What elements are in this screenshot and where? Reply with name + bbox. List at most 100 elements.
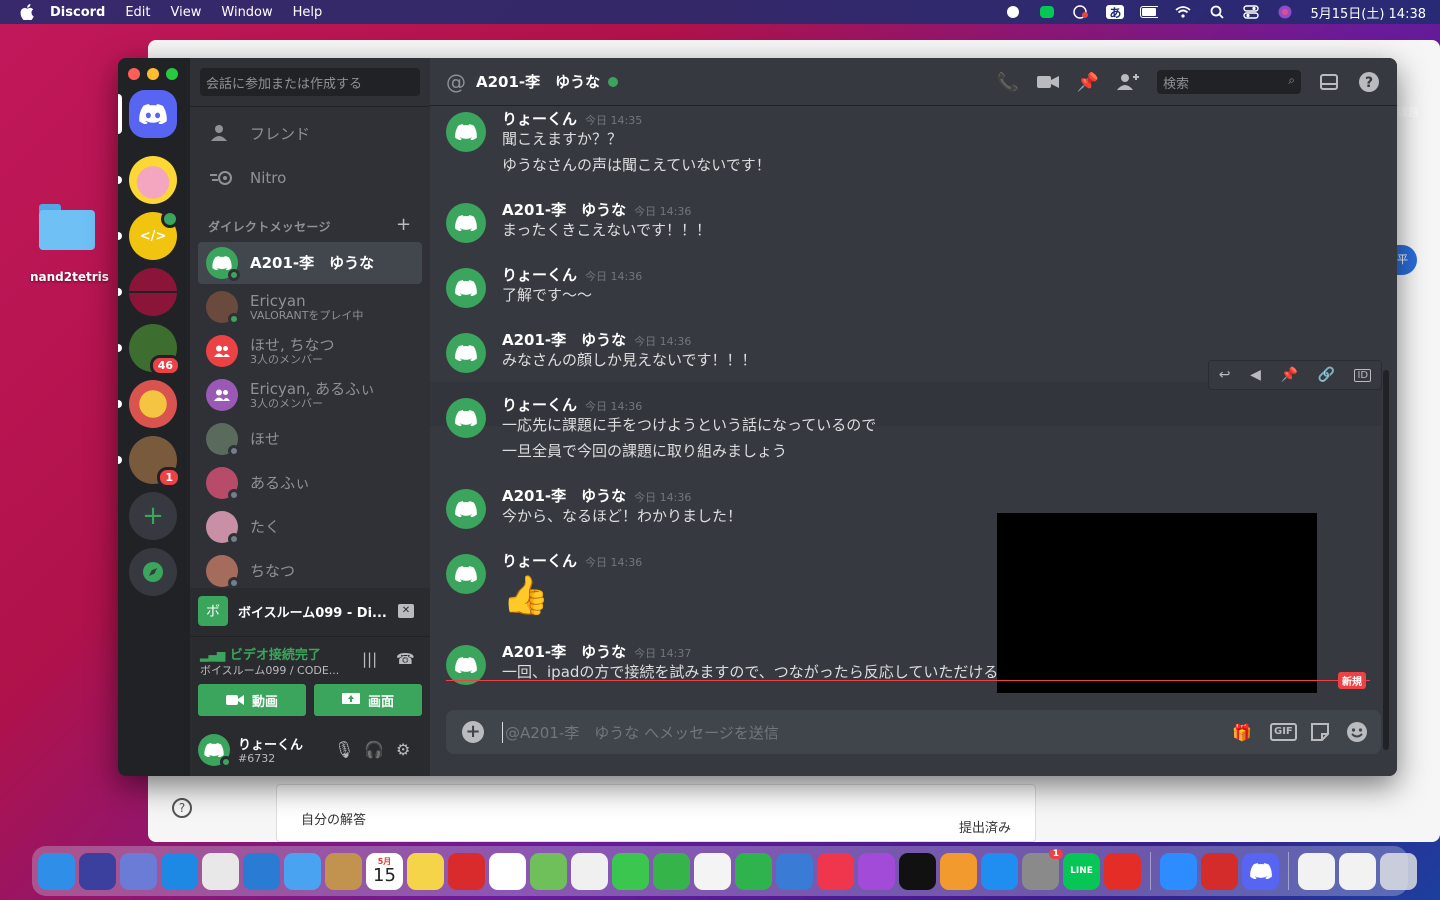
calendar-icon[interactable]: 5月 15 bbox=[366, 852, 403, 890]
screen-record-icon[interactable] bbox=[1072, 5, 1090, 19]
circle-icon[interactable] bbox=[1004, 5, 1022, 19]
copy-id-icon[interactable]: ID bbox=[1354, 368, 1372, 382]
dm-item[interactable]: たく bbox=[198, 506, 422, 548]
apple-icon[interactable] bbox=[20, 4, 36, 21]
youtube-icon[interactable] bbox=[1104, 852, 1141, 890]
message[interactable]: りょーくん 今日 14:36 一応先に課題に手をつけようという話になっているので 一旦… bbox=[446, 394, 1376, 460]
safari-icon[interactable] bbox=[161, 852, 198, 890]
video-call-icon[interactable] bbox=[1036, 70, 1060, 94]
dm-search-input[interactable]: 会話に参加または作成する bbox=[200, 68, 420, 96]
menu-window[interactable]: Window bbox=[221, 5, 272, 20]
input-method-icon[interactable]: あ bbox=[1106, 5, 1125, 20]
server-icon[interactable]: </> bbox=[129, 210, 179, 260]
explore-servers-button[interactable] bbox=[129, 548, 177, 596]
chrome-icon[interactable] bbox=[202, 852, 239, 890]
dm-item[interactable]: あるふぃ bbox=[198, 462, 422, 504]
notes-icon[interactable] bbox=[407, 852, 444, 890]
control-center-icon[interactable] bbox=[1242, 5, 1260, 19]
line-icon[interactable]: LINE bbox=[1063, 852, 1100, 890]
appstore-icon[interactable] bbox=[981, 852, 1018, 890]
create-dm-button[interactable]: + bbox=[396, 214, 411, 235]
avatar[interactable] bbox=[446, 554, 486, 594]
voice-call-icon[interactable]: 📞 bbox=[996, 70, 1020, 94]
message[interactable]: りょーくん 今日 14:35 聞こえますか？？ ゆうなさんの声は聞こえていないです！ bbox=[446, 108, 1376, 174]
scrollbar[interactable] bbox=[1383, 370, 1389, 750]
voice-channel[interactable]: ボ ボイスルーム099 - Di... bbox=[198, 596, 387, 626]
pin-message-icon[interactable]: 📌 bbox=[1280, 367, 1297, 383]
message[interactable]: りょーくん 今日 14:36 了解です〜〜 bbox=[446, 264, 1376, 324]
dm-item[interactable]: ほせ bbox=[198, 418, 422, 460]
spotlight-icon[interactable] bbox=[1208, 5, 1226, 19]
message[interactable]: A201-李 ゆうな 今日 14:36 まったくきこえないです！！！ bbox=[446, 199, 1376, 259]
books-icon[interactable] bbox=[940, 852, 977, 890]
search-input[interactable]: 検索 ⌕ bbox=[1157, 70, 1301, 94]
message-input[interactable]: @A201-李 ゆうな へメッセージを送信 bbox=[502, 722, 779, 743]
copy-link-icon[interactable]: 🔗 bbox=[1317, 367, 1334, 383]
menu-view[interactable]: View bbox=[171, 5, 202, 20]
mark-unread-icon[interactable]: ◀ bbox=[1250, 367, 1261, 383]
nitro-nav-item[interactable]: Nitro bbox=[198, 157, 422, 199]
avatar[interactable] bbox=[446, 112, 486, 152]
reminders-icon[interactable] bbox=[489, 852, 526, 890]
friends-nav-item[interactable]: フレンド bbox=[198, 112, 422, 154]
add-friend-icon[interactable] bbox=[1116, 70, 1140, 94]
textedit-icon[interactable] bbox=[694, 852, 731, 890]
siri-icon[interactable] bbox=[79, 852, 116, 890]
numbers-icon[interactable] bbox=[735, 852, 772, 890]
line-icon[interactable] bbox=[1038, 5, 1056, 19]
message-author[interactable]: A201-李 ゆうな bbox=[502, 485, 626, 506]
message-author[interactable]: りょーくん bbox=[502, 264, 577, 285]
menubar-clock[interactable]: 5月15日(土) 14:38 bbox=[1310, 3, 1426, 22]
pin-icon[interactable]: 📌 bbox=[1076, 70, 1100, 94]
microphone-icon[interactable]: 🎙 bbox=[334, 740, 354, 759]
contacts-icon[interactable] bbox=[325, 852, 362, 890]
document-icon[interactable] bbox=[1298, 852, 1335, 890]
system-preferences-icon[interactable]: 1 bbox=[1022, 848, 1063, 890]
discord-icon[interactable] bbox=[1242, 852, 1279, 890]
dm-item[interactable]: Ericyan VALORANTをプレイ中 bbox=[198, 286, 422, 328]
help-icon[interactable]: ? bbox=[172, 798, 192, 818]
message-author[interactable]: りょーくん bbox=[502, 394, 577, 415]
video-button[interactable]: 動画 bbox=[198, 684, 306, 716]
finder-icon[interactable] bbox=[38, 852, 75, 890]
minimize-window-button[interactable] bbox=[147, 68, 159, 80]
avatar[interactable] bbox=[446, 333, 486, 373]
side-badge[interactable]: 平 bbox=[1397, 245, 1417, 275]
mail-icon[interactable] bbox=[284, 852, 321, 890]
inbox-icon[interactable] bbox=[1317, 70, 1341, 94]
close-call-icon[interactable]: ✕ bbox=[398, 604, 414, 618]
avatar[interactable] bbox=[446, 489, 486, 529]
pokemon-icon[interactable] bbox=[448, 852, 485, 890]
menu-help[interactable]: Help bbox=[293, 5, 323, 20]
add-server-button[interactable]: + bbox=[129, 492, 177, 540]
menu-app-name[interactable]: Discord bbox=[50, 5, 105, 20]
video-overlay[interactable] bbox=[997, 513, 1317, 693]
zoom-window-button[interactable] bbox=[166, 68, 178, 80]
desktop-folder[interactable]: nand2tetris bbox=[30, 200, 109, 284]
photos-icon[interactable] bbox=[571, 852, 608, 890]
headphones-icon[interactable]: 🎧 bbox=[364, 740, 384, 759]
avatar[interactable] bbox=[446, 645, 486, 685]
voice-status[interactable]: ▂▄▆ ビデオ接続完了 bbox=[200, 644, 321, 663]
avatar[interactable] bbox=[198, 734, 232, 768]
dm-item[interactable]: ちなつ bbox=[198, 550, 422, 592]
noise-suppression-icon[interactable]: ||| bbox=[362, 650, 377, 668]
avatar[interactable] bbox=[446, 398, 486, 438]
messages-icon[interactable] bbox=[612, 852, 649, 890]
message-author[interactable]: A201-李 ゆうな bbox=[502, 641, 626, 662]
settings-gear-icon[interactable]: ⚙ bbox=[396, 740, 410, 759]
chat-title[interactable]: A201-李 ゆうな bbox=[476, 71, 600, 92]
dm-item[interactable]: A201-李 ゆうな bbox=[198, 242, 422, 284]
screenshot-icon[interactable] bbox=[1339, 852, 1376, 890]
vscode-icon[interactable] bbox=[243, 852, 280, 890]
zoom-icon[interactable] bbox=[1160, 852, 1197, 890]
server-icon[interactable] bbox=[129, 268, 177, 316]
message-author[interactable]: A201-李 ゆうな bbox=[502, 199, 626, 220]
dm-item[interactable]: ほせ, ちなつ 3人のメンバー bbox=[198, 330, 422, 372]
emoji-icon[interactable] bbox=[1346, 721, 1368, 743]
message-author[interactable]: りょーくん bbox=[502, 550, 577, 571]
disconnect-icon[interactable]: ☎ bbox=[396, 650, 415, 668]
home-button[interactable] bbox=[129, 90, 177, 138]
facetime-icon[interactable] bbox=[653, 852, 690, 890]
server-icon[interactable]: 1 bbox=[129, 436, 181, 488]
